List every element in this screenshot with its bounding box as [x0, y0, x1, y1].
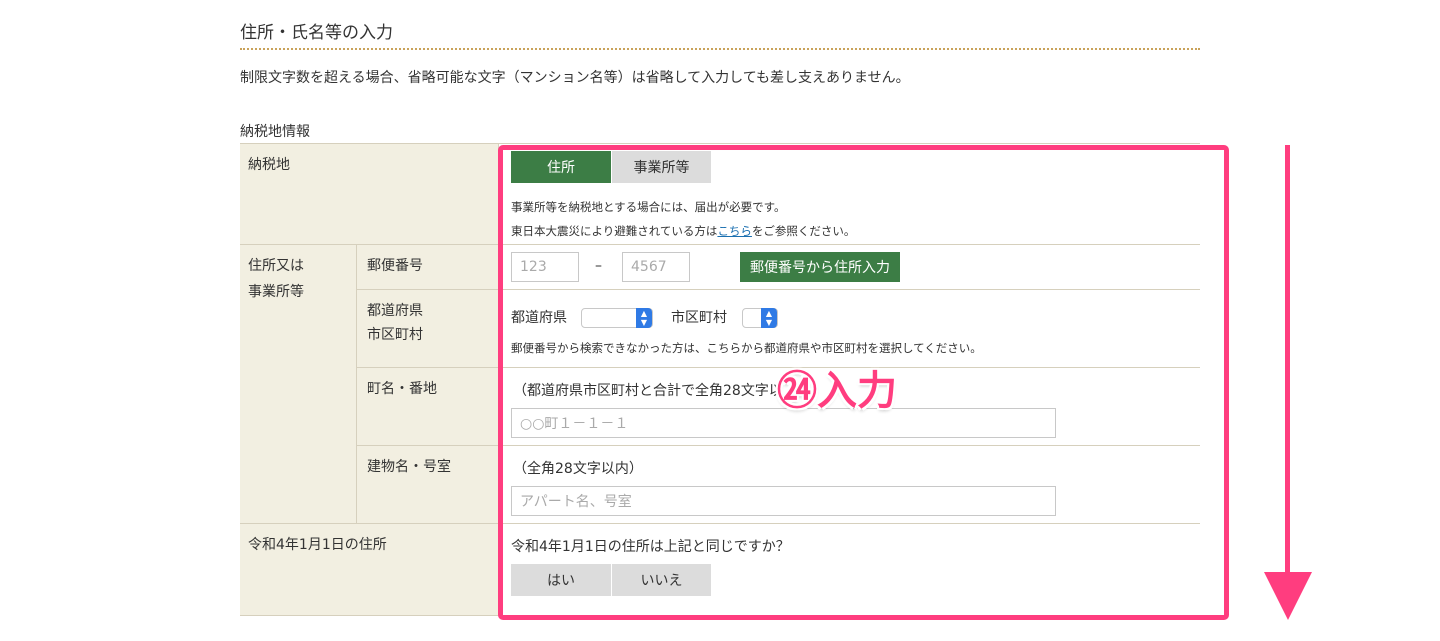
postal-label: 郵便番号 [367, 258, 423, 274]
option-address-button[interactable]: 住所 [511, 151, 611, 183]
town-header: 町名・番地 [356, 368, 498, 446]
building-label: 建物名・号室 [367, 459, 451, 475]
nozeichi-note-2: 東日本大震災により避難されている方はこちらをご参照ください。 [511, 223, 855, 239]
select-arrows-icon: ▲ ▼ [636, 308, 652, 328]
address-group-header: 住所又は 事業所等 [240, 245, 356, 524]
pref-note: 郵便番号から検索できなかった方は、こちらから都道府県や市区町村を選択してください… [511, 341, 982, 355]
yes-button[interactable]: はい [511, 564, 611, 596]
r4-label: 令和4年1月1日の住所 [248, 537, 387, 553]
evacuee-link[interactable]: こちら [717, 224, 752, 238]
nozeichi-note-2-pre: 東日本大震災により避難されている方は [511, 224, 718, 238]
no-button[interactable]: いいえ [611, 564, 711, 596]
step-callout: ㉔入力 [777, 368, 897, 414]
town-label: 町名・番地 [367, 381, 437, 397]
town-hint: （都道府県市区町村と合計で全角28文字以 [513, 383, 783, 399]
city-select[interactable]: ▲ ▼ [742, 308, 778, 328]
scroll-arrow-down-icon [1264, 572, 1312, 620]
notice-text: 制限文字数を超える場合、省略可能な文字（マンション名等）は省略して入力しても差し… [240, 70, 910, 86]
section-title: 住所・氏名等の入力 [240, 23, 393, 43]
tax-info-table: 納税地 住所 事業所等 事業所等を納税地とする場合には、届出が必要です。 東日本… [240, 143, 1200, 616]
postal-header: 郵便番号 [356, 245, 498, 290]
address-group-label-2: 事業所等 [248, 284, 304, 300]
nozeichi-label: 納税地 [248, 157, 290, 173]
building-hint: （全角28文字以内） [513, 461, 643, 477]
building-input[interactable]: アパート名、号室 [511, 486, 1056, 516]
nozeichi-header: 納税地 [240, 144, 498, 245]
r4-value: 令和4年1月1日の住所は上記と同じですか？ はい いいえ [498, 524, 1200, 616]
postal-value: 123 – 4567 郵便番号から住所入力 [498, 245, 1200, 290]
r4-question: 令和4年1月1日の住所は上記と同じですか？ [511, 539, 790, 555]
pref-label-1: 都道府県 [367, 303, 423, 319]
nozeichi-note-2-post: をご参照ください。 [751, 224, 856, 238]
prefecture-select[interactable]: ▲ ▼ [581, 308, 653, 328]
building-value: （全角28文字以内） アパート名、号室 [498, 446, 1200, 524]
postal-code-second-input[interactable]: 4567 [622, 252, 690, 282]
r4-header: 令和4年1月1日の住所 [240, 524, 498, 616]
nozeichi-toggle: 住所 事業所等 [511, 151, 711, 183]
select-arrows-icon: ▲ ▼ [761, 308, 777, 328]
pref-header: 都道府県 市区町村 [356, 290, 498, 368]
r4-toggle: はい いいえ [511, 564, 711, 596]
nozeichi-value: 住所 事業所等 事業所等を納税地とする場合には、届出が必要です。 東日本大震災に… [498, 144, 1200, 245]
postal-dash: – [595, 258, 602, 274]
title-rule [240, 48, 1200, 50]
prefecture-inline-label: 都道府県 [511, 310, 567, 326]
pref-label-2: 市区町村 [367, 327, 423, 343]
postal-code-first-input[interactable]: 123 [511, 252, 579, 282]
building-header: 建物名・号室 [356, 446, 498, 524]
city-inline-label: 市区町村 [671, 310, 727, 326]
postal-lookup-button[interactable]: 郵便番号から住所入力 [740, 252, 900, 282]
option-office-button[interactable]: 事業所等 [611, 151, 711, 183]
nozeichi-note-1: 事業所等を納税地とする場合には、届出が必要です。 [511, 200, 786, 214]
tax-place-subhead: 納税地情報 [240, 124, 310, 140]
pref-value: 都道府県 ▲ ▼ 市区町村 ▲ ▼ 郵便番号から検索できなかった方は、こちらから都道… [498, 290, 1200, 368]
scroll-arrow-line [1285, 145, 1290, 585]
address-group-label-1: 住所又は [248, 258, 304, 274]
